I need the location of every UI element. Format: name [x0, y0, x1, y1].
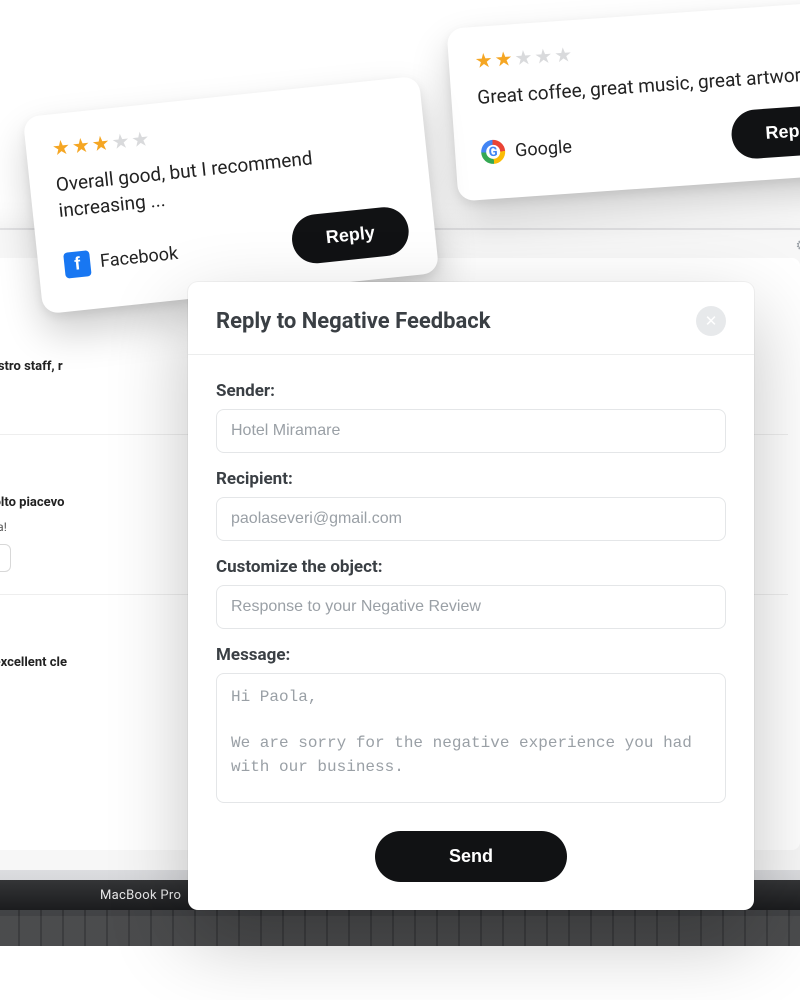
recipient-label: Recipient: — [216, 469, 726, 489]
modal-title: Reply to Negative Feedback — [216, 309, 490, 334]
review-source: f Facebook — [63, 241, 179, 279]
gear-icon[interactable]: ⚙ — [795, 238, 800, 254]
reply-button[interactable]: Reply — [730, 103, 800, 160]
object-label: Customize the object: — [216, 557, 726, 577]
review-card-google: ★★★★★ Great coffee, great music, great a… — [446, 0, 800, 201]
object-input[interactable] — [216, 585, 726, 629]
review-card-facebook: ★★★★★ Overall good, but I recommend incr… — [23, 76, 440, 315]
close-icon[interactable]: ✕ — [696, 306, 726, 336]
message-textarea[interactable] — [216, 673, 726, 803]
recipient-input[interactable] — [216, 497, 726, 541]
facebook-icon: f — [63, 250, 92, 279]
sender-input[interactable] — [216, 409, 726, 453]
source-label: Facebook — [99, 243, 179, 272]
remove-button[interactable]: Rimuovi — [0, 544, 11, 572]
reply-button[interactable]: Reply — [290, 205, 412, 266]
send-button[interactable]: Send — [375, 831, 567, 882]
reply-modal: Reply to Negative Feedback ✕ Sender: Rec… — [188, 282, 754, 910]
sender-label: Sender: — [216, 381, 726, 401]
device-model: MacBook Pro — [100, 888, 181, 903]
message-label: Message: — [216, 645, 726, 665]
review-source: Google — [480, 135, 572, 165]
source-label: Google — [514, 136, 572, 161]
keyboard-graphic — [0, 910, 800, 946]
google-icon — [480, 139, 506, 165]
